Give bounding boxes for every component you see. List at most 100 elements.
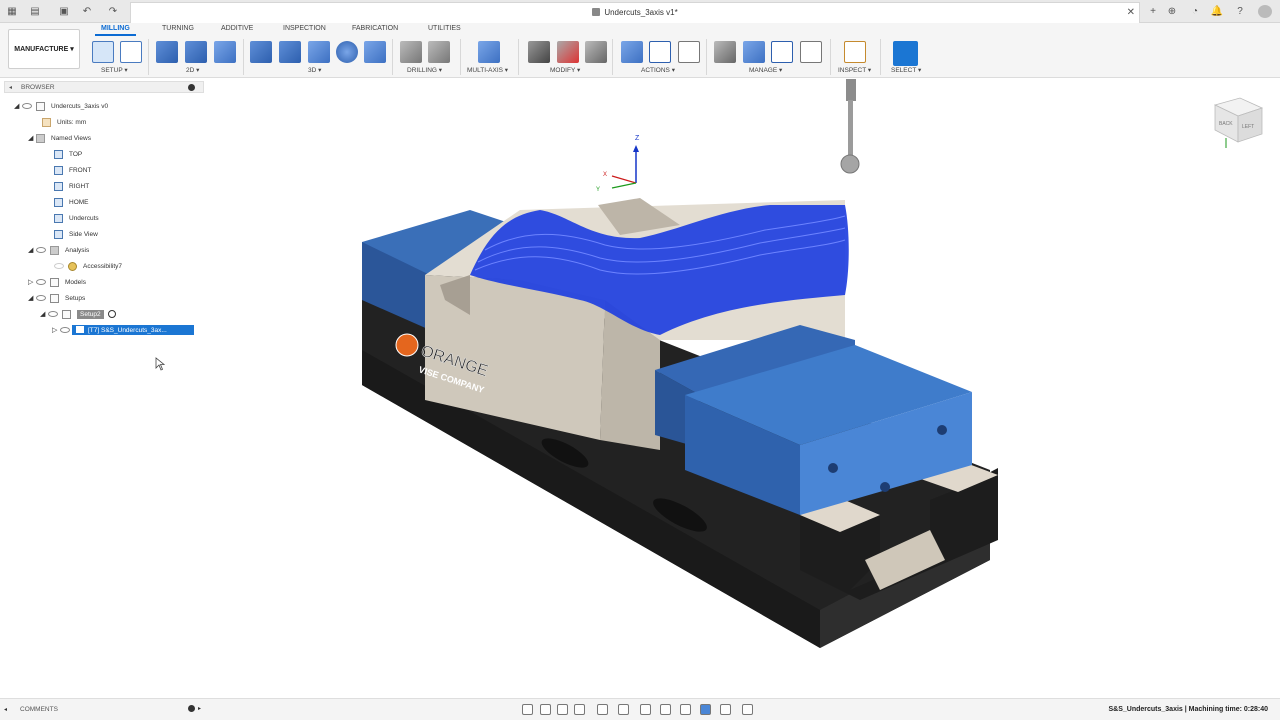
viewports-icon[interactable] xyxy=(640,704,651,715)
app-grid-icon[interactable]: ▦ xyxy=(5,5,19,18)
workspace-switcher-button[interactable]: MANUFACTURE ▾ xyxy=(8,29,80,69)
refresh-icon[interactable] xyxy=(680,704,691,715)
group-2d[interactable]: 2D ▾ xyxy=(186,66,199,74)
comments-label[interactable]: COMMENTS xyxy=(20,706,58,713)
pan-icon[interactable] xyxy=(540,704,551,715)
post-process-icon[interactable] xyxy=(649,41,671,63)
expand-icon[interactable]: ▷ xyxy=(28,278,36,286)
tree-setup[interactable]: ◢ Setup2 xyxy=(40,308,116,320)
comments-collapse-icon[interactable]: ▸ xyxy=(198,705,201,712)
tree-view-home[interactable]: HOME xyxy=(54,196,89,208)
visibility-icon[interactable] xyxy=(54,263,64,269)
expand-icon[interactable]: ◢ xyxy=(28,134,36,142)
visibility-icon[interactable] xyxy=(36,279,46,285)
expand-icon[interactable]: ◢ xyxy=(28,246,36,254)
tree-units[interactable]: Units: mm xyxy=(42,116,86,128)
nc-program-icon[interactable] xyxy=(120,41,142,63)
environment-icon[interactable] xyxy=(720,704,731,715)
3d-viewport[interactable]: ORANGE VISE COMPANY Z X Y BACK LEFT xyxy=(205,79,1280,696)
group-actions[interactable]: ACTIONS ▾ xyxy=(641,66,675,74)
visibility-icon[interactable] xyxy=(60,327,70,333)
display-mode-icon[interactable] xyxy=(597,704,608,715)
tree-view-top[interactable]: TOP xyxy=(54,148,82,160)
tree-named-views[interactable]: ◢ Named Views xyxy=(28,132,91,144)
tab-fabrication[interactable]: FABRICATION xyxy=(352,25,398,32)
delete-toolpath-icon[interactable] xyxy=(557,41,579,63)
steep-shallow-icon[interactable] xyxy=(308,41,330,63)
tree-accessibility[interactable]: Accessibility7 xyxy=(54,260,122,272)
group-setup[interactable]: SETUP ▾ xyxy=(101,66,128,74)
visibility-icon[interactable] xyxy=(22,103,32,109)
visibility-icon[interactable] xyxy=(36,295,46,301)
active-setup-icon[interactable] xyxy=(107,310,116,318)
group-select[interactable]: SELECT ▾ xyxy=(891,66,921,74)
scissors-icon[interactable] xyxy=(528,41,550,63)
tool-manage-icon[interactable] xyxy=(714,41,736,63)
zoom-icon[interactable] xyxy=(557,704,568,715)
2d-pocket-icon[interactable] xyxy=(185,41,207,63)
camera-icon[interactable] xyxy=(660,704,671,715)
group-3d[interactable]: 3D ▾ xyxy=(308,66,321,74)
machine-library-icon[interactable] xyxy=(743,41,765,63)
orbit-icon[interactable] xyxy=(522,704,533,715)
tab-utilities[interactable]: UTILITIES xyxy=(428,25,461,32)
tab-inspection[interactable]: INSPECTION xyxy=(283,25,326,32)
drill-icon[interactable] xyxy=(400,41,422,63)
grid-icon[interactable] xyxy=(618,704,629,715)
setup-folder-icon[interactable] xyxy=(92,41,114,63)
expand-icon[interactable]: ◢ xyxy=(28,294,36,302)
expand-icon[interactable]: ▷ xyxy=(52,326,60,334)
document-tab[interactable]: Undercuts_3axis v1* ✕ xyxy=(130,2,1140,23)
contour-icon[interactable] xyxy=(364,41,386,63)
3d-pocket-icon[interactable] xyxy=(279,41,301,63)
job-status-icon[interactable]: ◔ xyxy=(1188,5,1202,18)
comments-pin-icon[interactable] xyxy=(188,705,195,712)
model-canvas[interactable]: ORANGE VISE COMPANY Z X Y BACK LEFT xyxy=(205,79,1280,696)
new-tab-icon[interactable]: + xyxy=(1146,5,1160,18)
undo-icon[interactable]: ↶ xyxy=(80,5,94,18)
visibility-icon[interactable] xyxy=(48,311,58,317)
tree-view-front[interactable]: FRONT xyxy=(54,164,91,176)
simulate-icon[interactable] xyxy=(621,41,643,63)
visibility-icon[interactable] xyxy=(36,247,46,253)
tree-analysis[interactable]: ◢ Analysis xyxy=(28,244,89,256)
notifications-icon[interactable]: 🔔 xyxy=(1210,5,1224,18)
face-icon[interactable] xyxy=(214,41,236,63)
help-icon[interactable]: ? xyxy=(1233,5,1247,18)
group-modify[interactable]: MODIFY ▾ xyxy=(550,66,580,74)
tab-turning[interactable]: TURNING xyxy=(162,25,194,32)
tree-setups[interactable]: ◢ Setups xyxy=(28,292,85,304)
group-multi-axis[interactable]: MULTI-AXIS ▾ xyxy=(467,66,508,74)
tree-operation[interactable]: ▷ [T7] S&S_Undercuts_3ax... xyxy=(52,324,194,336)
select-icon[interactable] xyxy=(893,41,918,66)
operation-item[interactable]: [T7] S&S_Undercuts_3ax... xyxy=(72,325,194,335)
file-menu-icon[interactable]: ▤ xyxy=(28,5,42,18)
3d-adaptive-icon[interactable] xyxy=(250,41,272,63)
extensions-icon[interactable]: ⊕ xyxy=(1165,5,1179,18)
group-manage[interactable]: MANAGE ▾ xyxy=(749,66,782,74)
pin-icon[interactable] xyxy=(188,84,195,91)
visual-style-icon[interactable] xyxy=(700,704,711,715)
browser-header[interactable]: ◂ BROWSER xyxy=(4,81,204,93)
hole-recognition-icon[interactable] xyxy=(428,41,450,63)
collapse-icon[interactable]: ◂ xyxy=(9,84,12,91)
2d-adaptive-icon[interactable] xyxy=(156,41,178,63)
tree-view-undercuts[interactable]: Undercuts xyxy=(54,212,99,224)
multi-axis-icon[interactable] xyxy=(478,41,500,63)
scallop-icon[interactable] xyxy=(336,41,358,63)
group-drilling[interactable]: DRILLING ▾ xyxy=(407,66,442,74)
tree-root[interactable]: ◢ Undercuts_3axis v0 xyxy=(14,100,108,112)
setup-sheet-icon[interactable] xyxy=(678,41,700,63)
fit-icon[interactable] xyxy=(574,704,585,715)
tree-models[interactable]: ▷ Models xyxy=(28,276,86,288)
viewcube[interactable]: BACK LEFT xyxy=(1213,97,1264,148)
tab-milling[interactable]: MILLING xyxy=(95,25,136,36)
tree-view-right[interactable]: RIGHT xyxy=(54,180,89,192)
group-inspect[interactable]: INSPECT ▾ xyxy=(838,66,871,74)
tree-view-side[interactable]: Side View xyxy=(54,228,98,240)
redo-icon[interactable]: ↷ xyxy=(106,5,120,18)
filter-icon[interactable] xyxy=(742,704,753,715)
close-icon[interactable]: ✕ xyxy=(1127,7,1135,18)
template-library-icon[interactable] xyxy=(800,41,822,63)
avatar[interactable] xyxy=(1258,5,1272,18)
